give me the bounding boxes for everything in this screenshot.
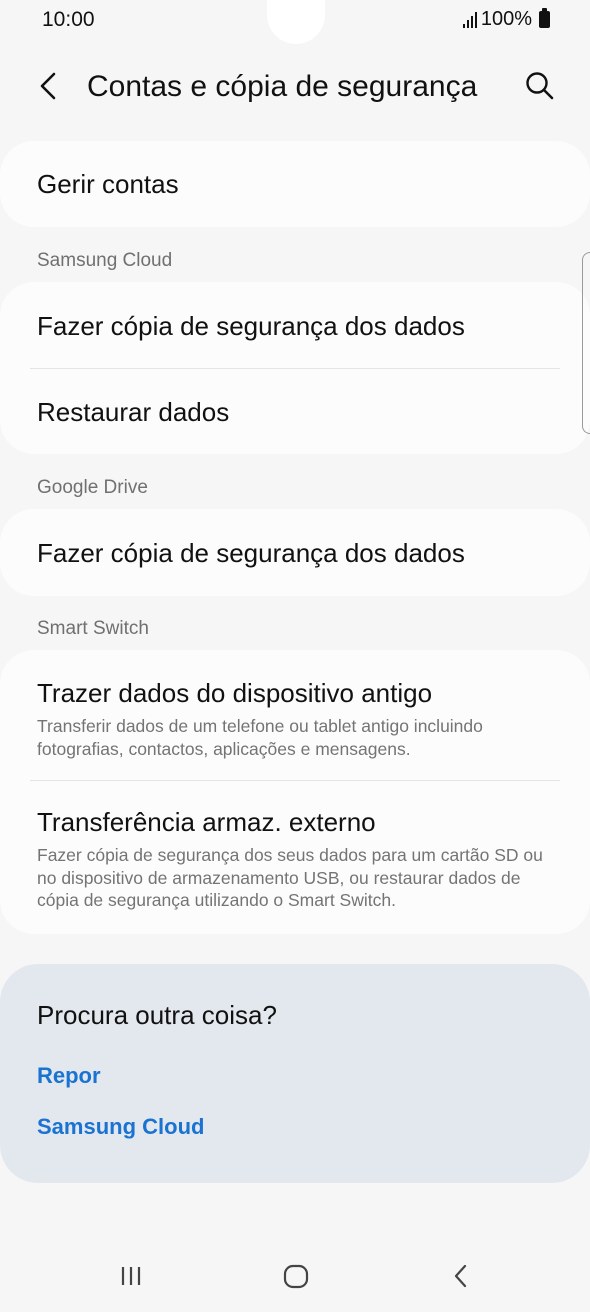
bring-data-description: Transferir dados de um telefone ou table… xyxy=(37,716,483,759)
google-drive-backup-label: Fazer cópia de segurança dos dados xyxy=(37,538,465,568)
app-header: Contas e cópia de segurança xyxy=(0,58,590,118)
battery-icon xyxy=(539,8,550,28)
google-drive-backup-item[interactable]: Fazer cópia de segurança dos dados xyxy=(0,538,590,569)
settings-screen: 10:00 100% Contas e cópia de segurança G… xyxy=(0,0,590,1312)
status-time: 10:00 xyxy=(42,8,95,31)
nav-back-icon[interactable] xyxy=(441,1256,481,1296)
bring-data-item[interactable]: Trazer dados do dispositivo antigo Trans… xyxy=(0,678,590,760)
manage-accounts-label: Gerir contas xyxy=(37,169,179,199)
search-icon[interactable] xyxy=(522,68,558,104)
samsung-cloud-section-label: Samsung Cloud xyxy=(37,250,173,271)
recents-icon[interactable] xyxy=(111,1256,151,1296)
external-storage-transfer-description: Fazer cópia de segurança dos seus dados … xyxy=(37,845,543,910)
reset-link[interactable]: Repor xyxy=(37,1063,101,1089)
bring-data-title: Trazer dados do dispositivo antigo xyxy=(37,678,433,708)
external-storage-transfer-title: Transferência armaz. externo xyxy=(37,807,376,837)
samsung-cloud-backup-item[interactable]: Fazer cópia de segurança dos dados xyxy=(0,311,590,342)
camera-notch xyxy=(267,0,325,44)
navigation-bar xyxy=(0,1240,590,1312)
back-arrow-icon[interactable] xyxy=(32,68,68,104)
smart-switch-section-label: Smart Switch xyxy=(37,618,149,639)
google-drive-card: Fazer cópia de segurança dos dados xyxy=(0,509,590,596)
google-drive-section-label: Google Drive xyxy=(37,477,148,498)
related-settings-title: Procura outra coisa? xyxy=(37,1000,277,1030)
smart-switch-card: Trazer dados do dispositivo antigo Trans… xyxy=(0,650,590,934)
samsung-cloud-card: Fazer cópia de segurança dos dados Resta… xyxy=(0,282,590,454)
status-bar: 10:00 100% xyxy=(0,0,590,44)
restore-data-item[interactable]: Restaurar dados xyxy=(0,397,590,428)
divider xyxy=(30,368,560,369)
external-storage-transfer-item[interactable]: Transferência armaz. externo Fazer cópia… xyxy=(0,807,590,912)
status-indicators: 100% xyxy=(462,8,550,31)
samsung-cloud-link[interactable]: Samsung Cloud xyxy=(37,1114,204,1140)
manage-accounts-item[interactable]: Gerir contas xyxy=(0,169,590,200)
battery-percent: 100% xyxy=(480,8,532,30)
manage-accounts-card: Gerir contas xyxy=(0,141,590,227)
divider xyxy=(30,780,560,781)
signal-icon xyxy=(462,11,477,28)
home-icon[interactable] xyxy=(276,1256,316,1296)
restore-data-label: Restaurar dados xyxy=(37,397,230,427)
scrollbar[interactable] xyxy=(582,252,590,434)
page-title: Contas e cópia de segurança xyxy=(87,70,478,103)
samsung-cloud-backup-label: Fazer cópia de segurança dos dados xyxy=(37,311,465,341)
related-settings-card: Procura outra coisa? Repor Samsung Cloud xyxy=(0,964,590,1183)
